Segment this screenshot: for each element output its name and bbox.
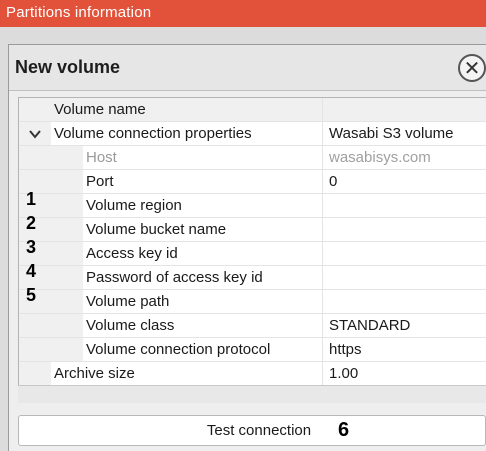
- annotation-marker-6: 6: [338, 419, 350, 441]
- property-name: Volume connection properties: [54, 125, 252, 142]
- property-name-cell: Volume bucket name: [51, 218, 322, 241]
- property-value[interactable]: https: [322, 338, 486, 361]
- property-name-cell: Volume path: [51, 290, 322, 313]
- property-row-password-of-access-key-id[interactable]: Password of access key id: [19, 266, 486, 290]
- annotation-marker-2: 2: [25, 213, 36, 233]
- property-name: Volume bucket name: [86, 221, 227, 238]
- property-name: Password of access key id: [86, 269, 263, 286]
- property-value[interactable]: wasabisys.com: [322, 146, 486, 169]
- property-name: Archive size: [54, 365, 135, 382]
- property-value[interactable]: [322, 290, 486, 313]
- property-name-cell: Archive size: [51, 362, 322, 385]
- property-row-volume-connection-properties[interactable]: Volume connection properties Wasabi S3 v…: [19, 122, 486, 146]
- property-value[interactable]: [322, 194, 486, 217]
- close-button[interactable]: ✕: [458, 54, 486, 82]
- property-name-cell: Access key id: [51, 242, 322, 265]
- property-row-volume-bucket-name[interactable]: Volume bucket name: [19, 218, 486, 242]
- property-name-cell: Volume name: [51, 98, 322, 121]
- dialog-header: New volume ✕: [9, 45, 486, 91]
- property-name: Access key id: [86, 245, 178, 262]
- property-value[interactable]: [322, 98, 486, 121]
- property-name: Volume class: [86, 317, 175, 334]
- property-name-cell: Port: [51, 170, 322, 193]
- property-name-cell: Host: [51, 146, 322, 169]
- close-icon: ✕: [463, 56, 481, 80]
- property-name-cell: Volume connection protocol: [51, 338, 322, 361]
- annotation-marker-1: 1: [25, 189, 36, 209]
- property-value[interactable]: STANDARD: [322, 314, 486, 337]
- property-value[interactable]: [322, 242, 486, 265]
- property-name: Volume path: [86, 293, 170, 310]
- property-row-volume-connection-protocol[interactable]: Volume connection protocol https: [19, 338, 486, 362]
- property-row-volume-class[interactable]: Volume class STANDARD: [19, 314, 486, 338]
- chevron-down-icon[interactable]: [28, 127, 42, 141]
- property-name-cell: Volume region: [51, 194, 322, 217]
- property-value[interactable]: Wasabi S3 volume: [322, 122, 486, 145]
- property-row-volume-name[interactable]: Volume name: [19, 98, 486, 122]
- test-connection-button[interactable]: Test connection: [18, 415, 486, 446]
- annotation-marker-4: 4: [25, 261, 36, 281]
- property-name-cell: Password of access key id: [51, 266, 322, 289]
- annotation-marker-5: 5: [25, 285, 36, 305]
- property-value[interactable]: 1.00: [322, 362, 486, 385]
- property-row-volume-region[interactable]: Volume region: [19, 194, 486, 218]
- property-name: Volume region: [86, 197, 182, 214]
- property-row-volume-path[interactable]: Volume path: [19, 290, 486, 314]
- test-connection-label: Test connection: [206, 422, 312, 439]
- properties-grid: Volume name Volume connection properties…: [18, 97, 486, 386]
- grid-footer: [18, 385, 486, 403]
- property-row-port[interactable]: Port 0: [19, 170, 486, 194]
- property-name: Volume name: [54, 101, 146, 118]
- property-value[interactable]: 0: [322, 170, 486, 193]
- window-title: Partitions information: [6, 4, 152, 21]
- annotation-marker-3: 3: [25, 237, 36, 257]
- property-name: Port: [86, 173, 114, 190]
- property-name: Host: [86, 149, 117, 166]
- property-name-cell: Volume connection properties: [51, 122, 322, 145]
- dialog-title: New volume: [15, 57, 121, 77]
- property-row-host[interactable]: Host wasabisys.com: [19, 146, 486, 170]
- property-row-access-key-id[interactable]: Access key id: [19, 242, 486, 266]
- property-name-cell: Volume class: [51, 314, 322, 337]
- window-titlebar: Partitions information: [0, 0, 486, 27]
- property-value[interactable]: [322, 218, 486, 241]
- property-value[interactable]: [322, 266, 486, 289]
- property-name: Volume connection protocol: [86, 341, 271, 358]
- property-row-archive-size[interactable]: Archive size 1.00: [19, 362, 486, 386]
